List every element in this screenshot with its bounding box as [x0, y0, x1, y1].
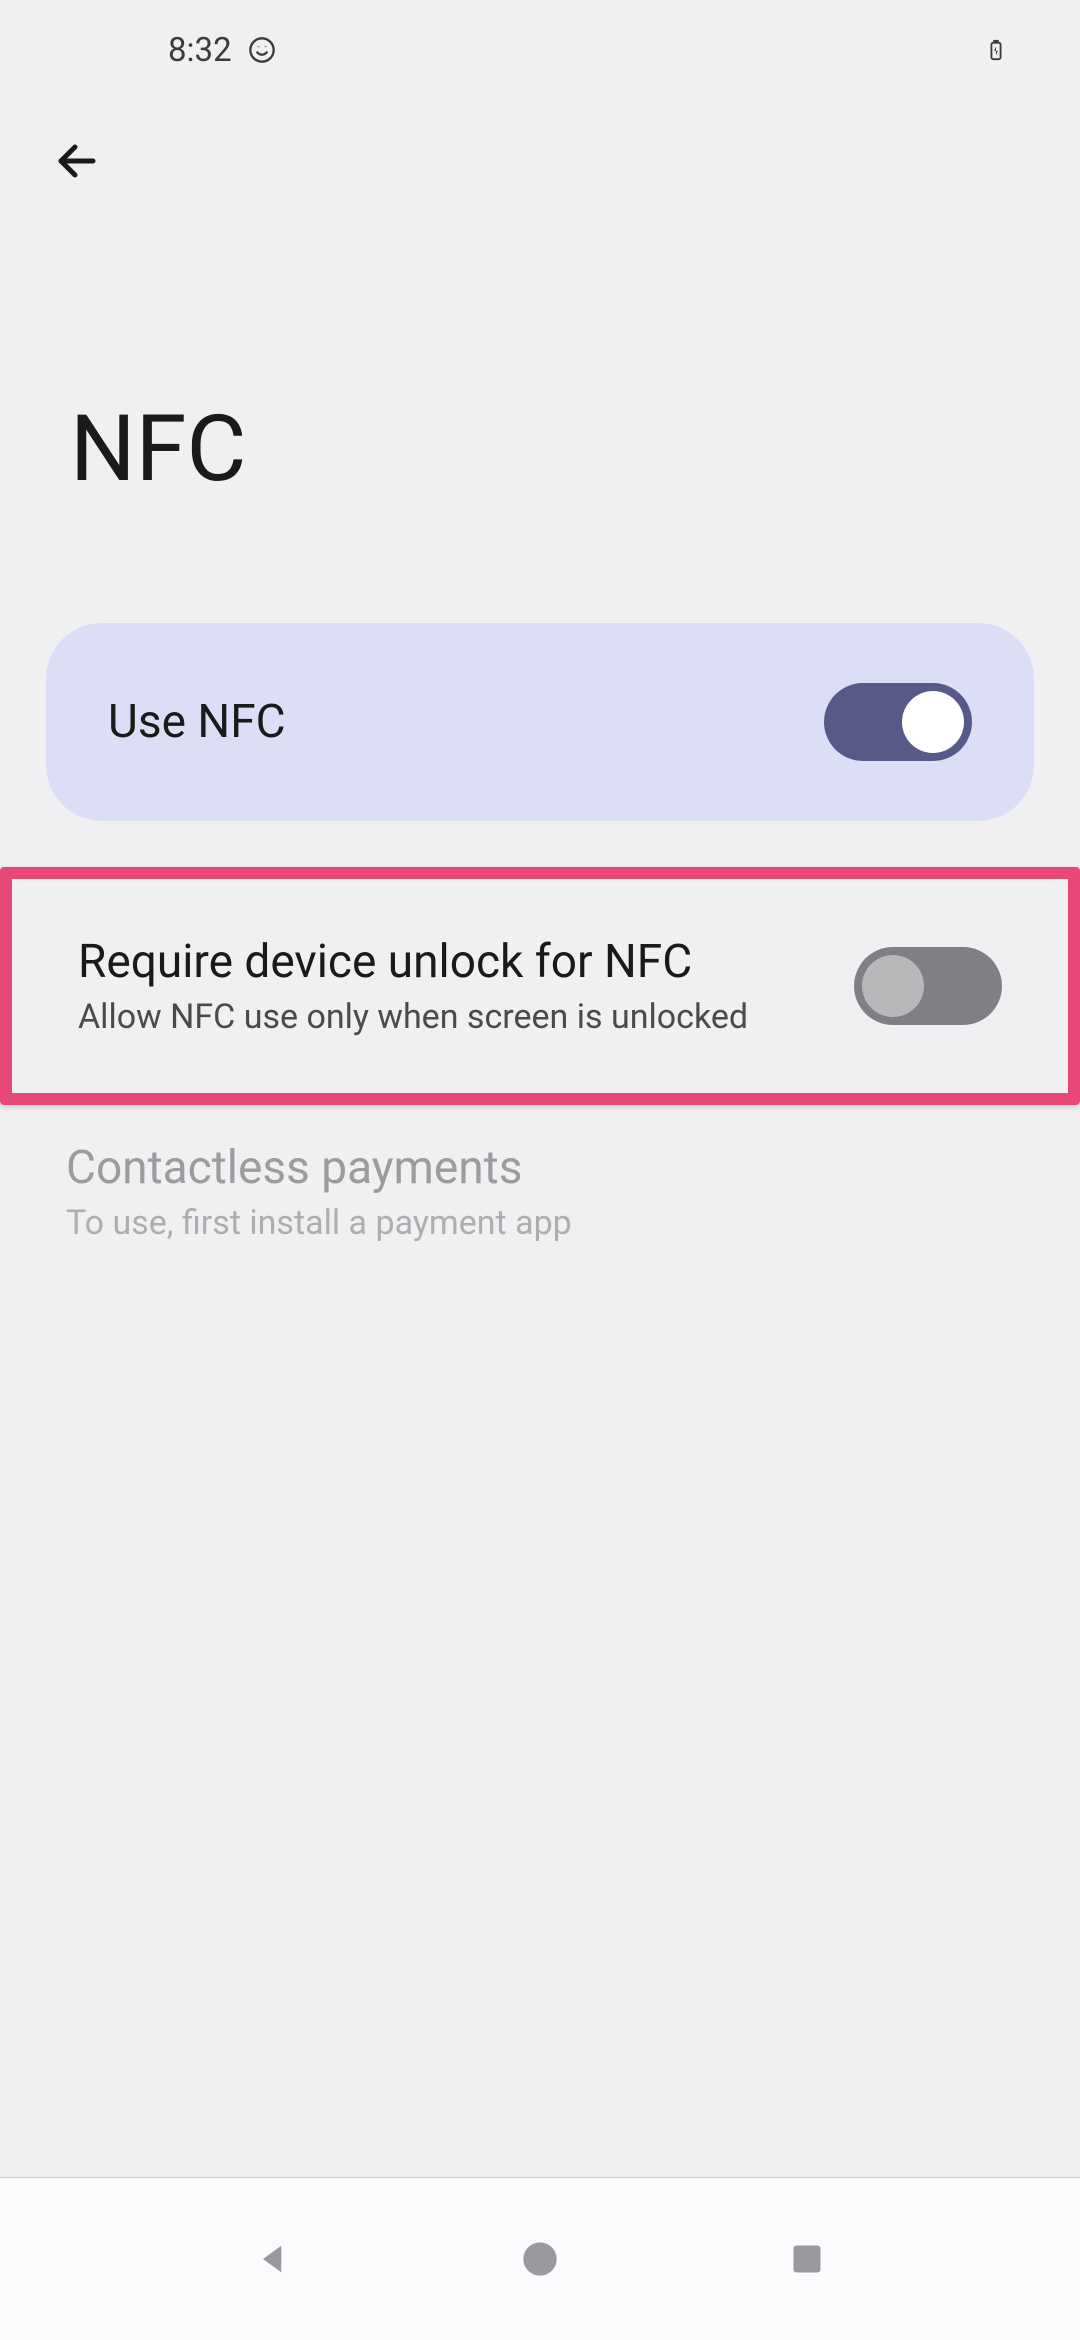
status-right: [982, 36, 1010, 64]
toggle-knob: [862, 955, 924, 1017]
status-bar: 8:32: [0, 0, 1080, 100]
setting-require-unlock[interactable]: Require device unlock for NFC Allow NFC …: [12, 879, 1068, 1093]
nav-home-button[interactable]: [510, 2229, 570, 2289]
setting-contactless-label: Contactless payments: [66, 1141, 1014, 1195]
toggle-use-nfc[interactable]: [824, 683, 972, 761]
setting-use-nfc[interactable]: Use NFC: [46, 623, 1034, 821]
setting-contactless-subtitle: To use, first install a payment app: [66, 1203, 1014, 1243]
highlighted-setting: Require device unlock for NFC Allow NFC …: [0, 867, 1080, 1105]
header: [0, 100, 1080, 186]
circle-home-icon: [520, 2239, 560, 2279]
triangle-back-icon: [253, 2239, 293, 2279]
setting-use-nfc-label: Use NFC: [108, 695, 286, 749]
battery-charging-icon: [982, 36, 1010, 64]
nav-recent-button[interactable]: [777, 2229, 837, 2289]
nav-back-button[interactable]: [243, 2229, 303, 2289]
square-recent-icon: [789, 2241, 825, 2277]
toggle-knob: [902, 691, 964, 753]
setting-require-unlock-subtitle: Allow NFC use only when screen is unlock…: [78, 997, 824, 1037]
status-time: 8:32: [168, 31, 232, 70]
navigation-bar: [0, 2178, 1080, 2340]
back-button[interactable]: [52, 136, 102, 186]
setting-contactless-payments: Contactless payments To use, first insta…: [46, 1125, 1034, 1283]
setting-require-unlock-label: Require device unlock for NFC: [78, 935, 824, 989]
page-title: NFC: [0, 186, 1080, 623]
arrow-left-icon: [53, 137, 101, 185]
status-left: 8:32: [168, 31, 276, 70]
face-icon: [248, 36, 276, 64]
toggle-require-unlock[interactable]: [854, 947, 1002, 1025]
settings-list: Use NFC Require device unlock for NFC Al…: [0, 623, 1080, 1283]
setting-text: Require device unlock for NFC Allow NFC …: [78, 935, 824, 1037]
